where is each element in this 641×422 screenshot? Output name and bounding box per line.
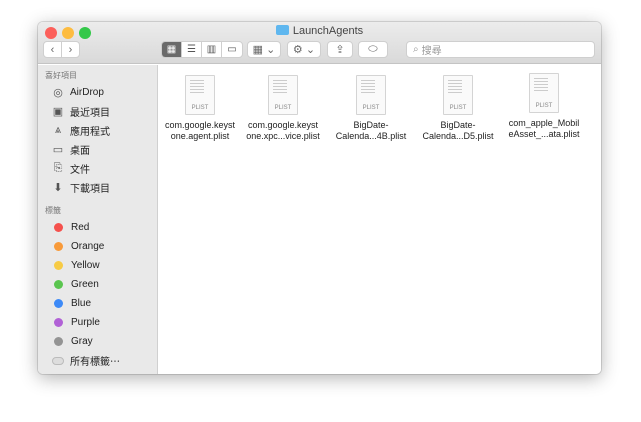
file-item[interactable]: PLIST BigDate- Calenda...4B.plist xyxy=(328,75,414,142)
sidebar-item-downloads[interactable]: ⬇ 下載項目 xyxy=(38,178,157,197)
favorites-header: 喜好項目 xyxy=(45,71,77,80)
blue-tag-icon xyxy=(54,299,63,308)
sidebar: 喜好項目 ◎ AirDrop ▣ 最近項目 ⩓ 應用程式 ▭ 桌面 ⎘ 文件 ⬇ 下載項目 … xyxy=(38,65,158,374)
search-placeholder: 搜尋 xyxy=(421,46,442,57)
file-name-line: com.google.keyst xyxy=(164,120,236,130)
sidebar-tag-yellow[interactable]: Yellow xyxy=(38,256,157,275)
purple-tag-icon xyxy=(54,318,63,327)
view-mode-segment: ▦ ☰ ▥ ▭ xyxy=(161,41,243,58)
sidebar-item-desktop[interactable]: ▭ 桌面 xyxy=(38,140,157,159)
plist-file-icon: PLIST xyxy=(356,75,386,115)
plist-file-icon: PLIST xyxy=(443,75,473,115)
forward-button[interactable]: › xyxy=(61,41,80,58)
file-kind: PLIST xyxy=(274,105,292,111)
file-name-line: BigDate- xyxy=(440,120,476,130)
tag-label: 所有標籤⋯ xyxy=(70,357,120,368)
file-grid: PLIST com.google.keyst one.agent.plist PLI… xyxy=(159,65,601,374)
recents-icon: ▣ xyxy=(52,106,64,118)
file-name: com.google.keyst one.xpc...vice.plist xyxy=(240,120,326,142)
file-name-line: Calenda...D5.plist xyxy=(422,131,494,141)
file-name-line: one.agent.plist xyxy=(170,131,230,141)
sidebar-tag-orange[interactable]: Orange xyxy=(38,237,157,256)
file-name-line: com.google.keyst xyxy=(247,120,319,130)
file-name-line: Calenda...4B.plist xyxy=(335,131,407,141)
yellow-tag-icon xyxy=(54,261,63,270)
file-name-line: eAsset_...ata.plist xyxy=(508,129,580,139)
search-input[interactable]: ⌕ 搜尋 xyxy=(406,41,595,58)
share-button[interactable]: ⇪ xyxy=(327,41,353,58)
airdrop-icon: ◎ xyxy=(53,87,63,99)
file-name: BigDate- Calenda...D5.plist xyxy=(415,120,501,142)
gray-tag-icon xyxy=(54,337,63,346)
sidebar-item-documents[interactable]: ⎘ 文件 xyxy=(38,159,157,178)
desktop-icon: ▭ xyxy=(52,144,64,156)
group-button[interactable]: ▦ ⌄ xyxy=(247,41,281,58)
icon-view-icon[interactable]: ▦ xyxy=(162,42,182,57)
sidebar-tag-green[interactable]: Green xyxy=(38,275,157,294)
tag-label: Green xyxy=(71,279,99,290)
all-tags-icon xyxy=(52,356,64,365)
orange-tag-icon xyxy=(54,242,63,251)
file-kind: PLIST xyxy=(191,105,209,111)
sidebar-item-label: 桌面 xyxy=(70,146,90,157)
tag-label: Red xyxy=(71,222,90,233)
tag-label: Yellow xyxy=(71,260,100,271)
file-item[interactable]: PLIST com.google.keyst one.agent.plist xyxy=(157,75,243,142)
tag-label: Orange xyxy=(71,241,105,252)
sidebar-item-label: 應用程式 xyxy=(70,127,110,138)
list-view-icon[interactable]: ☰ xyxy=(182,42,202,57)
back-button[interactable]: ‹ xyxy=(43,41,62,58)
tag-button[interactable]: ⬭ xyxy=(358,41,388,58)
file-kind: PLIST xyxy=(535,103,553,109)
sidebar-item-label: 下載項目 xyxy=(70,184,110,195)
file-name-line: one.xpc...vice.plist xyxy=(246,131,320,141)
sidebar-tag-red[interactable]: Red xyxy=(38,218,157,237)
file-item[interactable]: PLIST com.google.keyst one.xpc...vice.plis… xyxy=(240,75,326,142)
tag-label: Blue xyxy=(71,298,92,309)
file-name: BigDate- Calenda...4B.plist xyxy=(328,120,414,142)
window-title: LaunchAgents xyxy=(38,25,601,37)
file-item[interactable]: PLIST BigDate- Calenda...D5.plist xyxy=(415,75,501,142)
downloads-icon: ⬇ xyxy=(53,182,63,194)
sidebar-item-applications[interactable]: ⩓ 應用程式 xyxy=(38,121,157,140)
file-name: com.google.keyst one.agent.plist xyxy=(157,120,243,142)
file-name: com_apple_Mobil eAsset_...ata.plist xyxy=(501,118,587,140)
documents-icon: ⎘ xyxy=(53,162,63,174)
gallery-view-icon[interactable]: ▭ xyxy=(222,42,242,57)
tag-label: Gray xyxy=(71,336,93,347)
plist-file-icon: PLIST xyxy=(268,75,298,115)
sidebar-all-tags[interactable]: 所有標籤⋯ xyxy=(38,351,157,370)
plist-file-icon: PLIST xyxy=(529,73,559,113)
tag-label: Purple xyxy=(71,317,100,328)
green-tag-icon xyxy=(54,280,63,289)
titlebar: LaunchAgents ‹ › ▦ ☰ ▥ ▭ ▦ ⌄ ⚙ ⌄ ⇪ ⬭ ⌕ 搜尋 xyxy=(38,22,601,64)
sidebar-item-airdrop[interactable]: ◎ AirDrop xyxy=(38,83,157,102)
file-item[interactable]: PLIST com_apple_Mobil eAsset_...ata.plist xyxy=(501,73,587,140)
sidebar-item-recents[interactable]: ▣ 最近項目 xyxy=(38,102,157,121)
title-text: LaunchAgents xyxy=(292,25,364,37)
finder-window: LaunchAgents ‹ › ▦ ☰ ▥ ▭ ▦ ⌄ ⚙ ⌄ ⇪ ⬭ ⌕ 搜尋… xyxy=(38,22,601,374)
sidebar-item-label: 文件 xyxy=(70,165,90,176)
file-name-line: BigDate- xyxy=(353,120,389,130)
sidebar-item-label: AirDrop xyxy=(70,87,104,98)
folder-icon xyxy=(275,25,289,35)
action-gear-button[interactable]: ⚙ ⌄ xyxy=(287,41,321,58)
sidebar-tag-gray[interactable]: Gray xyxy=(38,332,157,351)
plist-file-icon: PLIST xyxy=(185,75,215,115)
file-kind: PLIST xyxy=(362,105,380,111)
sidebar-tag-blue[interactable]: Blue xyxy=(38,294,157,313)
sidebar-tag-purple[interactable]: Purple xyxy=(38,313,157,332)
applications-icon: ⩓ xyxy=(54,124,62,136)
sidebar-item-label: 最近項目 xyxy=(70,108,110,119)
column-view-icon[interactable]: ▥ xyxy=(202,42,222,57)
red-tag-icon xyxy=(54,223,63,232)
file-kind: PLIST xyxy=(449,105,467,111)
search-icon: ⌕ xyxy=(413,44,419,55)
tags-header: 標籤 xyxy=(45,206,61,215)
file-name-line: com_apple_Mobil xyxy=(508,118,580,128)
